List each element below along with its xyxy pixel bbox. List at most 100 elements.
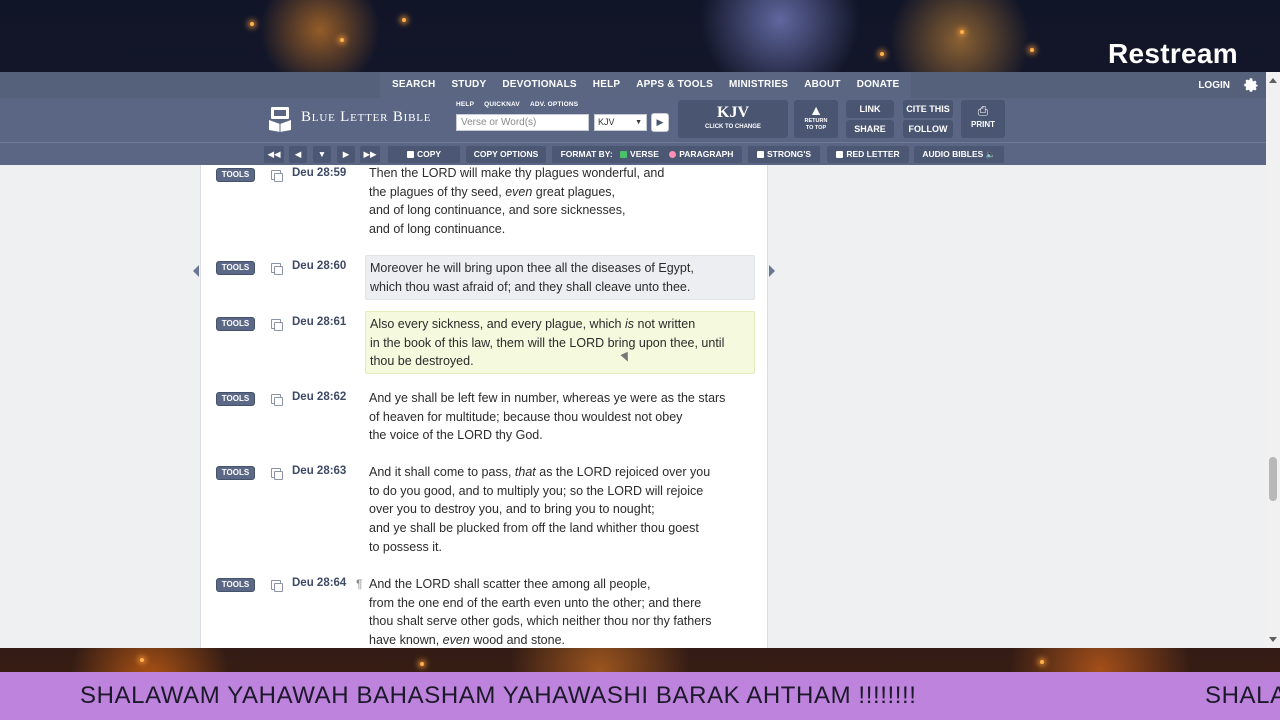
verse-line: and of long continuance, and sore sickne… (369, 203, 626, 218)
spark-decoration (140, 658, 144, 662)
main-menu: SEARCH STUDY DEVOTIONALS HELP APPS & TOO… (380, 72, 912, 98)
verse-line: and ye shall be plucked from off the lan… (369, 521, 699, 536)
nav-search[interactable]: SEARCH (384, 72, 443, 98)
verse-line: to do you good, and to multiply you; so … (369, 483, 704, 498)
spark-decoration (1030, 48, 1034, 52)
gear-icon[interactable] (1240, 74, 1262, 96)
audio-bibles-button[interactable]: AUDIO BIBLES 🔈 (914, 146, 1004, 163)
copy-button[interactable]: COPY (388, 146, 460, 163)
next-page-arrow-icon[interactable] (769, 265, 775, 277)
version-change-button[interactable]: KJV CLICK TO CHANGE (678, 100, 788, 138)
scroll-down-arrow-icon[interactable] (1269, 637, 1277, 642)
verse-panel: TOOLS Deu 28:59 Then the LORD will make … (200, 165, 768, 648)
tools-button[interactable]: TOOLS (216, 466, 255, 480)
verse-ref[interactable]: Deu 28:62 (292, 391, 346, 403)
prev-chapter-button[interactable]: ◀ (289, 146, 307, 163)
link-button[interactable]: LINK (846, 100, 894, 118)
verse-line: And the LORD shall scatter thee among al… (369, 577, 651, 591)
cite-this-button[interactable]: CITE THIS (903, 100, 953, 118)
login-link[interactable]: LOGIN (1198, 80, 1230, 91)
verse-line: the voice of the LORD thy God. (369, 428, 543, 443)
tools-button[interactable]: TOOLS (216, 578, 255, 592)
verse-line: Also every sickness, and every plague, w… (370, 317, 696, 331)
nav-donate[interactable]: DONATE (849, 72, 908, 98)
nav-ministries[interactable]: MINISTRIES (721, 72, 796, 98)
verse-ref[interactable]: Deu 28:61 (292, 316, 346, 328)
copy-verse-icon[interactable] (271, 394, 283, 406)
verse-line: thou shalt serve other gods, which neith… (369, 614, 712, 629)
copy-verse-icon[interactable] (271, 170, 283, 182)
last-chapter-button[interactable]: ▶▶ (360, 146, 380, 163)
page-scrollbar[interactable] (1266, 72, 1280, 648)
verse-format-check[interactable] (620, 151, 628, 158)
tools-button[interactable]: TOOLS (216, 261, 255, 275)
verse-text: Moreover he will bring upon thee all the… (365, 255, 755, 300)
scroll-up-arrow-icon[interactable] (1269, 78, 1277, 83)
verse-search-input[interactable] (456, 114, 589, 131)
verse-text: Then the LORD will make thy plagues wond… (365, 164, 755, 239)
ticker-text-repeat: SHALA (1205, 682, 1280, 709)
share-button[interactable]: SHARE (846, 120, 894, 138)
follow-button[interactable]: FOLLOW (903, 120, 953, 138)
search-go-button[interactable]: ▶ (651, 113, 669, 132)
tools-button[interactable]: TOOLS (216, 392, 255, 406)
strongs-toggle[interactable]: STRONG'S (748, 146, 820, 163)
site-logo-text[interactable]: Blue Letter Bible (301, 109, 431, 126)
next-chapter-button[interactable]: ▶ (337, 146, 355, 163)
print-label: PRINT (971, 120, 995, 129)
verse-line: Moreover he will bring upon thee all the… (370, 261, 694, 275)
nav-devotionals[interactable]: DEVOTIONALS (494, 72, 584, 98)
nav-about[interactable]: ABOUT (796, 72, 849, 98)
print-button[interactable]: ⎙ PRINT (961, 100, 1005, 138)
verse-line: have known, even wood and stone. (369, 633, 565, 648)
verse-text: And ye shall be left few in number, wher… (365, 389, 755, 445)
verse-text: And the LORD shall scatter thee among al… (365, 575, 755, 648)
return-to-top-button[interactable]: ▲ RETURN TO TOP (794, 100, 838, 138)
spark-decoration (340, 38, 344, 42)
verse-line: which thou wast afraid of; and they shal… (370, 279, 691, 294)
paragraph-format-check[interactable] (669, 151, 677, 158)
supplied-word: even (505, 184, 533, 199)
restream-logo: Restream (1107, 38, 1238, 69)
nav-apps-tools[interactable]: APPS & TOOLS (628, 72, 721, 98)
verse-line: in the book of this law, them will the L… (370, 335, 725, 350)
copy-verse-icon[interactable] (271, 263, 283, 275)
tools-button[interactable]: TOOLS (216, 317, 255, 331)
bible-logo-icon[interactable] (268, 106, 292, 132)
copy-label: COPY (416, 149, 442, 159)
verse-text: And it shall come to pass, that as the L… (365, 463, 755, 557)
verse-line: of heaven for multitude; because thou wo… (369, 409, 683, 424)
adv-options-link[interactable]: ADV. OPTIONS (530, 101, 578, 108)
verse-ref[interactable]: Deu 28:60 (292, 260, 346, 272)
verse-ref[interactable]: Deu 28:59 (292, 167, 346, 179)
spark-decoration (880, 52, 884, 56)
nav-help[interactable]: HELP (585, 72, 628, 98)
verse-ref[interactable]: Deu 28:63 (292, 465, 346, 477)
verse-line: the plagues of thy seed, even great plag… (369, 184, 616, 199)
supplied-word: that (514, 465, 536, 479)
copy-options-button[interactable]: COPY OPTIONS (466, 146, 546, 163)
nav-study[interactable]: STUDY (443, 72, 494, 98)
mini-links: HELP QUICKNAV ADV. OPTIONS (456, 101, 578, 108)
scrollbar-thumb[interactable] (1269, 457, 1277, 501)
verse-line: and of long continuance. (369, 222, 506, 237)
copy-verse-icon[interactable] (271, 319, 283, 331)
copy-verse-icon[interactable] (271, 468, 283, 480)
audio-bibles-label: AUDIO BIBLES (922, 149, 984, 159)
help-link[interactable]: HELP (456, 101, 474, 108)
top-nav: SEARCH STUDY DEVOTIONALS HELP APPS & TOO… (0, 72, 1280, 98)
spark-decoration (402, 18, 406, 22)
prev-page-arrow-icon[interactable] (193, 265, 199, 277)
red-letter-toggle[interactable]: RED LETTER (827, 146, 909, 163)
verse-ref[interactable]: Deu 28:64 (292, 577, 346, 589)
first-chapter-button[interactable]: ◀◀ (264, 146, 284, 163)
chapter-menu-button[interactable]: ▼ (313, 146, 331, 163)
stream-ticker: SHALAWAM YAHAWAH BAHASHAM YAHAWASHI BARA… (0, 672, 1280, 720)
red-letter-checkbox (836, 151, 844, 158)
verse-line: Then the LORD will make thy plagues wond… (369, 166, 665, 180)
spark-decoration (250, 22, 254, 26)
tools-button[interactable]: TOOLS (216, 168, 255, 182)
version-select[interactable]: KJV ▼ (594, 114, 647, 131)
quicknav-link[interactable]: QUICKNAV (484, 101, 520, 108)
copy-verse-icon[interactable] (271, 580, 283, 592)
